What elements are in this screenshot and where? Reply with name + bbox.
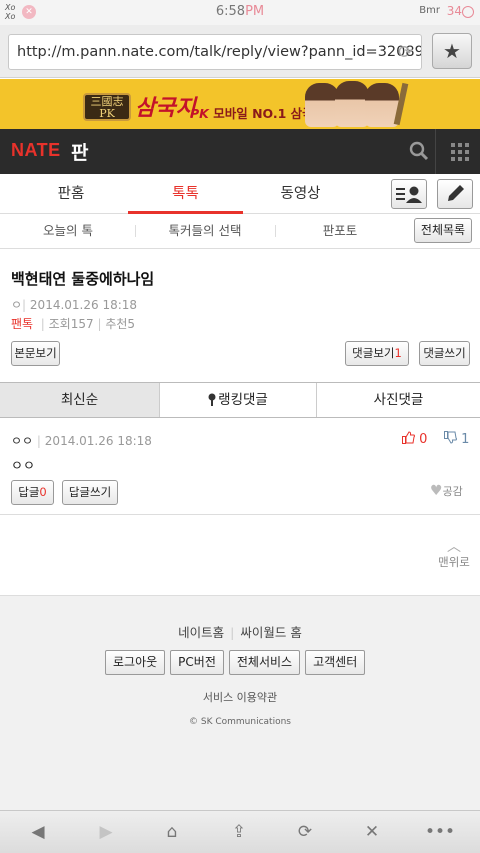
comment-count: 1 bbox=[394, 346, 402, 360]
comment-like-button[interactable]: 0 bbox=[402, 431, 427, 447]
tab-video[interactable]: 동영상 bbox=[243, 174, 358, 214]
url-input[interactable]: http://m.pann.nate.com/talk/reply/view?p… bbox=[8, 34, 422, 70]
chevron-up-icon: ︿ bbox=[447, 539, 461, 555]
thumbs-down-icon bbox=[444, 431, 457, 444]
post-title: 백현태연 둘중에하나임 bbox=[11, 270, 155, 288]
all-services-button[interactable]: 전체서비스 bbox=[228, 650, 301, 675]
subnav-divider bbox=[275, 225, 276, 237]
view-body-button[interactable]: 본문보기 bbox=[11, 341, 60, 366]
footer-buttons: 로그아웃 PC버전 전체서비스 고객센터 bbox=[105, 650, 366, 675]
browser-address-bar: http://m.pann.nate.com/talk/reply/view?p… bbox=[0, 25, 480, 78]
tab-pan-home[interactable]: 판홈 bbox=[14, 174, 128, 214]
post-date: 2014.01.26 18:18 bbox=[29, 298, 138, 312]
comment-date: 2014.01.26 18:18 bbox=[44, 434, 152, 448]
recommend-count: 5 bbox=[127, 317, 136, 331]
views-count: 157 bbox=[70, 317, 94, 331]
main-tabs: 판홈 톡톡 동영상 bbox=[0, 174, 480, 214]
subnav-talker-choice[interactable]: 톡커들의 선택 bbox=[150, 214, 260, 248]
site-header: NATE 판 bbox=[0, 129, 480, 174]
logout-button[interactable]: 로그아웃 bbox=[105, 650, 166, 675]
status-bar: Xo Xo ✕ 6:58PM Bmr 34 bbox=[0, 0, 480, 25]
comment-tabs: 최신순 랭킹댓글 사진댓글 bbox=[0, 382, 480, 418]
menu-grid-icon[interactable] bbox=[451, 143, 469, 161]
views-label: 조회 bbox=[48, 317, 71, 331]
heart-icon: ♥ bbox=[430, 483, 443, 499]
copyright: © SK Communications bbox=[189, 717, 291, 727]
battery-icon bbox=[462, 6, 474, 18]
comment-text: ㅇㅇ bbox=[11, 459, 35, 474]
my-profile-button[interactable] bbox=[391, 179, 427, 209]
signal-icon: Bmr bbox=[419, 5, 440, 16]
terms-of-service-link[interactable]: 서비스 이용약관 bbox=[0, 689, 480, 705]
footer: 네이트홈 | 싸이월드 홈 로그아웃 PC버전 전체서비스 고객센터 서비스 이용약… bbox=[0, 595, 480, 810]
recommend-label: 추천 bbox=[105, 317, 128, 331]
comment-like-count: 0 bbox=[419, 432, 428, 447]
ad-banner[interactable]: 三國志 PK 삼국지 PK 모바일 NO.1 삼국지 게임 bbox=[0, 79, 480, 129]
view-comments-button[interactable]: 댓글보기1 bbox=[345, 341, 409, 366]
profile-list-icon bbox=[396, 186, 422, 203]
ranking-pin-icon bbox=[208, 393, 216, 406]
search-icon[interactable] bbox=[409, 141, 429, 161]
customer-center-button[interactable]: 고객센터 bbox=[305, 650, 366, 675]
footer-link-nate-home[interactable]: 네이트홈 bbox=[178, 625, 224, 640]
refresh-icon[interactable]: ⟳ bbox=[275, 811, 335, 853]
tab-photo-comments[interactable]: 사진댓글 bbox=[317, 383, 480, 417]
game-logo: 三國志 PK bbox=[83, 93, 131, 121]
battery-level: 34 bbox=[446, 4, 462, 18]
share-icon[interactable]: ⇪ bbox=[209, 811, 269, 853]
tab-talk[interactable]: 톡톡 bbox=[128, 174, 243, 214]
empathy-button[interactable]: ♥공감 bbox=[430, 483, 463, 499]
status-time: 6:58PM bbox=[215, 4, 265, 19]
subnav-pan-photo[interactable]: 판포토 bbox=[290, 214, 390, 248]
close-icon[interactable]: ✕ bbox=[342, 811, 402, 853]
write-post-button[interactable] bbox=[437, 179, 473, 209]
write-comment-button[interactable]: 댓글쓰기 bbox=[419, 341, 470, 366]
comment-author: ㅇㅇ bbox=[11, 434, 34, 448]
banner-title: 삼국지 bbox=[135, 95, 196, 121]
post-meta: ㅇ| 2014.01.26 18:18 bbox=[11, 298, 138, 312]
back-arrow-icon[interactable]: ◀ bbox=[8, 811, 68, 853]
footer-link-cyworld-home[interactable]: 싸이월드 홈 bbox=[240, 625, 301, 640]
comment-divider bbox=[0, 514, 480, 515]
tab-latest[interactable]: 최신순 bbox=[0, 383, 160, 417]
post-stats: 팬톡 | 조회157 | 추천5 bbox=[11, 317, 136, 331]
sub-navigation: 오늘의 톡 톡커들의 선택 판포토 전체목록 bbox=[0, 214, 480, 249]
tab-ranking-comments[interactable]: 랭킹댓글 bbox=[160, 383, 317, 417]
post-author: ㅇ bbox=[11, 298, 23, 312]
post-category[interactable]: 팬톡 bbox=[11, 317, 33, 331]
reply-button[interactable]: 답글0 bbox=[11, 480, 54, 505]
browser-toolbar: ◀ ▶ ⌂ ⇪ ⟳ ✕ ••• bbox=[0, 810, 480, 853]
bookmark-star-button[interactable]: ★ bbox=[432, 33, 472, 69]
reply-count: 0 bbox=[39, 485, 47, 499]
home-icon[interactable]: ⌂ bbox=[142, 811, 202, 853]
pc-version-button[interactable]: PC버전 bbox=[170, 650, 224, 675]
nate-logo[interactable]: NATE bbox=[11, 140, 61, 161]
subnav-today-talk[interactable]: 오늘의 톡 bbox=[14, 214, 122, 248]
pencil-icon bbox=[448, 185, 464, 201]
section-title[interactable]: 판 bbox=[71, 138, 88, 165]
comment-dislike-button[interactable]: 1 bbox=[444, 431, 469, 447]
banner-models-image bbox=[305, 81, 400, 127]
comment-dislike-count: 1 bbox=[461, 432, 470, 447]
back-to-top-link[interactable]: ︿ 맨위로 bbox=[432, 540, 476, 570]
full-list-button[interactable]: 전체목록 bbox=[414, 218, 472, 243]
forward-arrow-icon[interactable]: ▶ bbox=[76, 811, 136, 853]
comment-meta: ㅇㅇ | 2014.01.26 18:18 bbox=[11, 434, 152, 448]
subnav-divider bbox=[135, 225, 136, 237]
write-reply-button[interactable]: 답글쓰기 bbox=[62, 480, 118, 505]
header-divider bbox=[435, 129, 436, 174]
reload-icon[interactable]: ⟳ bbox=[398, 42, 413, 63]
more-options-icon[interactable]: ••• bbox=[410, 811, 470, 853]
thumbs-up-icon bbox=[402, 431, 415, 444]
footer-links: 네이트홈 | 싸이월드 홈 bbox=[178, 625, 302, 640]
